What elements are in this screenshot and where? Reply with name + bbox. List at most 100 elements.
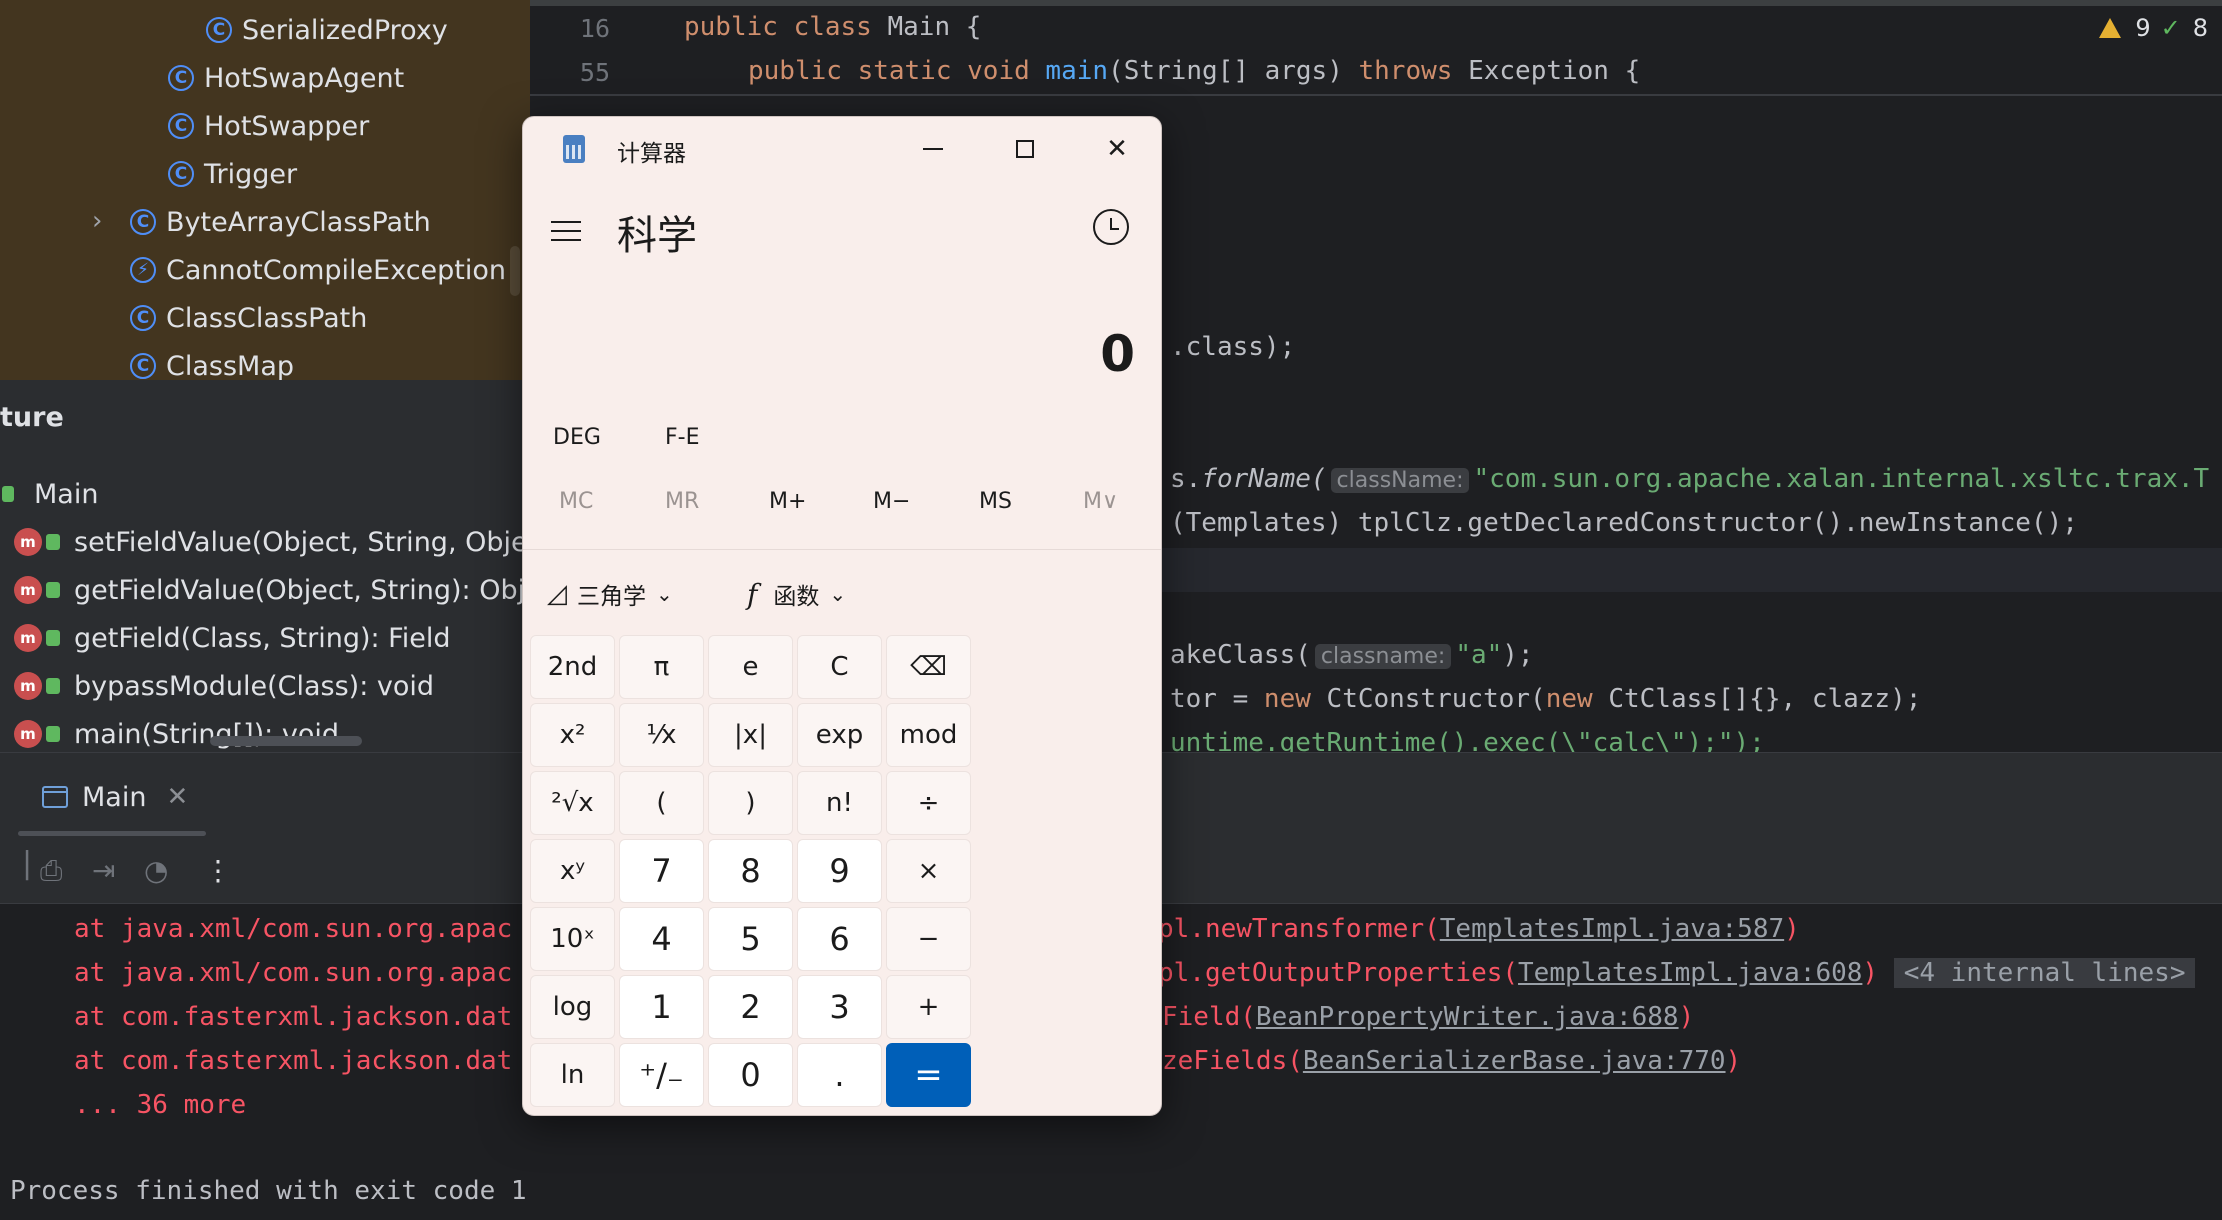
tree-item[interactable]: C ClassClassPath <box>130 298 367 338</box>
run-tab-main[interactable]: Main ✕ <box>42 777 188 817</box>
minus-key[interactable]: − <box>886 907 971 971</box>
digit-6-key[interactable]: 6 <box>797 907 882 971</box>
memory-add-button[interactable]: M+ <box>769 489 806 514</box>
triangle-icon: ◿ <box>547 579 567 609</box>
negate-key[interactable]: ⁺∕₋ <box>619 1043 704 1107</box>
stack-link: BeanPropertyWriter.java:688 <box>1255 1002 1679 1032</box>
class-icon: C <box>130 353 156 379</box>
structure-scrollbar[interactable] <box>210 736 362 746</box>
square-key[interactable]: x² <box>530 703 615 767</box>
calculator-titlebar[interactable]: 计算器 ✕ <box>523 117 1161 181</box>
factorial-key[interactable]: n! <box>797 771 882 835</box>
exp-key[interactable]: exp <box>797 703 882 767</box>
digit-7-key[interactable]: 7 <box>619 839 704 903</box>
clear-key[interactable]: C <box>797 635 882 699</box>
tree-scrollbar[interactable] <box>510 246 520 296</box>
left-paren-key[interactable]: ( <box>619 771 704 835</box>
lock-icon <box>46 582 60 598</box>
power-key[interactable]: xʸ <box>530 839 615 903</box>
code-line: untime.getRuntime().exec(\"calc\");"); <box>1170 728 1765 752</box>
multiply-key[interactable]: × <box>886 839 971 903</box>
ln-key[interactable]: ln <box>530 1043 615 1107</box>
function-dropdown[interactable]: f 函数 ⌄ <box>747 577 846 611</box>
gauge-icon[interactable]: ◔ <box>144 854 168 887</box>
e-key[interactable]: e <box>708 635 793 699</box>
minimize-button[interactable] <box>903 127 963 171</box>
digit-2-key[interactable]: 2 <box>708 975 793 1039</box>
backspace-key[interactable]: ⌫ <box>886 635 971 699</box>
console-line-tail: pl.newTransformer(TemplatesImpl.java:587… <box>1158 914 1800 944</box>
divide-key[interactable]: ÷ <box>886 771 971 835</box>
close-button[interactable]: ✕ <box>1087 127 1147 171</box>
more-options-icon[interactable]: ⋮ <box>204 854 232 887</box>
ten-power-key[interactable]: 10ˣ <box>530 907 615 971</box>
second-key[interactable]: 2nd <box>530 635 615 699</box>
close-icon[interactable]: ✕ <box>166 782 188 812</box>
digit-3-key[interactable]: 3 <box>797 975 882 1039</box>
structure-method[interactable]: m bypassModule(Class): void <box>14 666 434 706</box>
history-icon[interactable] <box>1093 209 1129 245</box>
memory-recall-button[interactable]: MR <box>665 489 699 514</box>
pi-key[interactable]: π <box>619 635 704 699</box>
reciprocal-key[interactable]: ¹⁄x <box>619 703 704 767</box>
lock-icon <box>46 630 60 646</box>
menu-icon[interactable] <box>551 211 585 251</box>
sqrt-key[interactable]: ²√x <box>530 771 615 835</box>
minimize-icon <box>923 148 943 150</box>
tree-item[interactable]: C Trigger <box>168 154 297 194</box>
digit-8-key[interactable]: 8 <box>708 839 793 903</box>
structure-method[interactable]: m setFieldValue(Object, String, Objec <box>14 522 530 562</box>
camera-icon[interactable]: ⎙ <box>40 854 62 888</box>
digit-1-key[interactable]: 1 <box>619 975 704 1039</box>
structure-method[interactable]: m main(String[]): void <box>14 714 339 752</box>
calculator-window: 计算器 ✕ 科学 0 DEG F-E MC MR M+ M− MS M∨ ◿ 三… <box>522 116 1162 1116</box>
digit-5-key[interactable]: 5 <box>708 907 793 971</box>
tree-item[interactable]: C HotSwapper <box>168 106 369 146</box>
memory-store-button[interactable]: MS <box>979 489 1012 514</box>
class-icon: C <box>130 209 156 235</box>
inspection-widget[interactable]: 9 ✓ 8 <box>2099 14 2208 42</box>
console-line-tail: pl.getOutputProperties(TemplatesImpl.jav… <box>1158 958 2196 988</box>
decimal-key[interactable]: . <box>797 1043 882 1107</box>
trigonometry-dropdown[interactable]: ◿ 三角学 ⌄ <box>547 577 673 611</box>
structure-method[interactable]: m getField(Class, String): Field <box>14 618 451 658</box>
stack-link: TemplatesImpl.java:587 <box>1439 914 1785 944</box>
digit-4-key[interactable]: 4 <box>619 907 704 971</box>
log-key[interactable]: log <box>530 975 615 1039</box>
plus-key[interactable]: + <box>886 975 971 1039</box>
structure-method[interactable]: m getFieldValue(Object, String): Obje <box>14 570 530 610</box>
absolute-key[interactable]: |x| <box>708 703 793 767</box>
class-icon: C <box>168 113 194 139</box>
maximize-button[interactable] <box>995 127 1055 171</box>
lock-icon <box>46 726 60 742</box>
chevron-right-icon[interactable]: › <box>92 206 102 236</box>
method-icon: m <box>14 624 42 652</box>
angle-unit-button[interactable]: DEG <box>553 425 601 450</box>
tree-item[interactable]: C ClassMap <box>130 346 294 380</box>
chevron-down-icon: ⌄ <box>656 582 673 606</box>
window-title: 计算器 <box>617 141 686 167</box>
equals-key[interactable]: = <box>886 1043 971 1107</box>
method-icon: m <box>14 528 42 556</box>
console-more: ... 36 more <box>74 1090 247 1120</box>
import-icon[interactable]: ⇥ <box>92 854 115 887</box>
mod-key[interactable]: mod <box>886 703 971 767</box>
memory-list-button[interactable]: M∨ <box>1083 489 1118 514</box>
structure-root[interactable]: Main <box>0 474 98 514</box>
memory-clear-button[interactable]: MC <box>559 489 593 514</box>
memory-subtract-button[interactable]: M− <box>873 489 910 514</box>
tree-item[interactable]: C SerializedProxy <box>206 10 448 50</box>
divider: | <box>22 846 33 881</box>
tree-item[interactable]: C HotSwapAgent <box>168 58 404 98</box>
code-line: public static void main(String[] args) t… <box>748 56 1641 86</box>
console-line: at com.fasterxml.jackson.dat <box>74 1046 513 1076</box>
tree-item[interactable]: C ByteArrayClassPath <box>130 202 431 242</box>
parameter-hint: classname: <box>1314 644 1452 669</box>
tree-item[interactable]: ⚡ CannotCompileException <box>130 250 506 290</box>
digit-0-key[interactable]: 0 <box>708 1043 793 1107</box>
digit-9-key[interactable]: 9 <box>797 839 882 903</box>
right-paren-key[interactable]: ) <box>708 771 793 835</box>
stack-link: TemplatesImpl.java:608 <box>1518 958 1863 988</box>
project-tree: C SerializedProxy C HotSwapAgent C HotSwapp… <box>0 0 530 380</box>
fe-button[interactable]: F-E <box>665 425 700 450</box>
